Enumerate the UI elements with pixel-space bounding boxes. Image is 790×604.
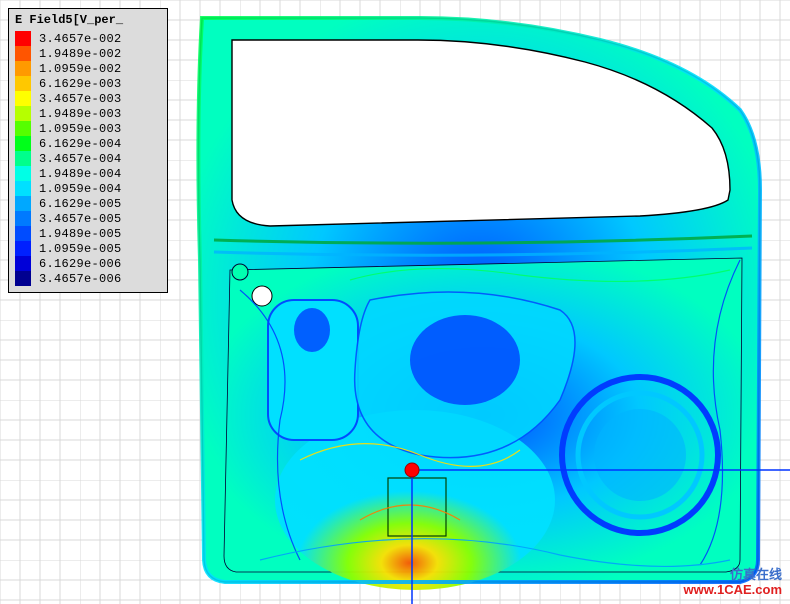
legend-swatch [15, 226, 31, 241]
legend-row: 3.4657e-005 [15, 211, 161, 226]
legend-swatch [15, 76, 31, 91]
legend-swatch [15, 196, 31, 211]
legend-value: 1.9489e-003 [39, 107, 122, 121]
legend-value: 6.1629e-005 [39, 197, 122, 211]
legend-swatch [15, 256, 31, 271]
watermark: 仿真在线 www.1CAE.com [684, 567, 782, 598]
legend-row: 3.4657e-002 [15, 31, 161, 46]
legend-row: 1.9489e-003 [15, 106, 161, 121]
legend-swatch [15, 271, 31, 286]
hole-1 [252, 286, 272, 306]
car-door-model[interactable] [198, 18, 760, 590]
color-legend: E Field5[V_per_ 3.4657e-0021.9489e-0021.… [8, 8, 168, 293]
legend-swatch [15, 106, 31, 121]
legend-row: 1.9489e-004 [15, 166, 161, 181]
legend-row: 1.9489e-002 [15, 46, 161, 61]
legend-value: 3.4657e-004 [39, 152, 122, 166]
legend-swatch [15, 31, 31, 46]
legend-row: 6.1629e-005 [15, 196, 161, 211]
legend-swatch [15, 151, 31, 166]
hole-2 [232, 264, 248, 280]
legend-row: 3.4657e-003 [15, 91, 161, 106]
legend-row: 1.9489e-005 [15, 226, 161, 241]
legend-swatch [15, 211, 31, 226]
legend-value: 3.4657e-005 [39, 212, 122, 226]
legend-row: 1.0959e-002 [15, 61, 161, 76]
legend-value: 1.0959e-002 [39, 62, 122, 76]
legend-row: 6.1629e-006 [15, 256, 161, 271]
legend-value: 6.1629e-003 [39, 77, 122, 91]
legend-row: 1.0959e-005 [15, 241, 161, 256]
legend-value: 6.1629e-006 [39, 257, 122, 271]
legend-value: 1.0959e-005 [39, 242, 122, 256]
legend-value: 6.1629e-004 [39, 137, 122, 151]
latch-pocket [268, 300, 358, 440]
legend-swatch [15, 166, 31, 181]
legend-value: 3.4657e-006 [39, 272, 122, 286]
watermark-line2: www.1CAE.com [684, 582, 782, 598]
legend-row: 6.1629e-003 [15, 76, 161, 91]
legend-value: 1.9489e-004 [39, 167, 122, 181]
legend-swatch [15, 241, 31, 256]
legend-value: 1.9489e-005 [39, 227, 122, 241]
legend-value: 1.9489e-002 [39, 47, 122, 61]
legend-row: 1.0959e-004 [15, 181, 161, 196]
legend-row: 3.4657e-006 [15, 271, 161, 286]
legend-swatch [15, 46, 31, 61]
legend-swatch [15, 121, 31, 136]
legend-swatch [15, 91, 31, 106]
legend-value: 3.4657e-002 [39, 32, 122, 46]
axis-origin-marker [405, 463, 419, 477]
legend-row: 6.1629e-004 [15, 136, 161, 151]
watermark-line1: 仿真在线 [684, 567, 782, 583]
legend-value: 3.4657e-003 [39, 92, 122, 106]
legend-value: 1.0959e-003 [39, 122, 122, 136]
legend-row: 3.4657e-004 [15, 151, 161, 166]
legend-swatch [15, 61, 31, 76]
legend-value: 1.0959e-004 [39, 182, 122, 196]
legend-title: E Field5[V_per_ [15, 13, 161, 27]
legend-swatch [15, 181, 31, 196]
legend-row: 1.0959e-003 [15, 121, 161, 136]
legend-swatch [15, 136, 31, 151]
